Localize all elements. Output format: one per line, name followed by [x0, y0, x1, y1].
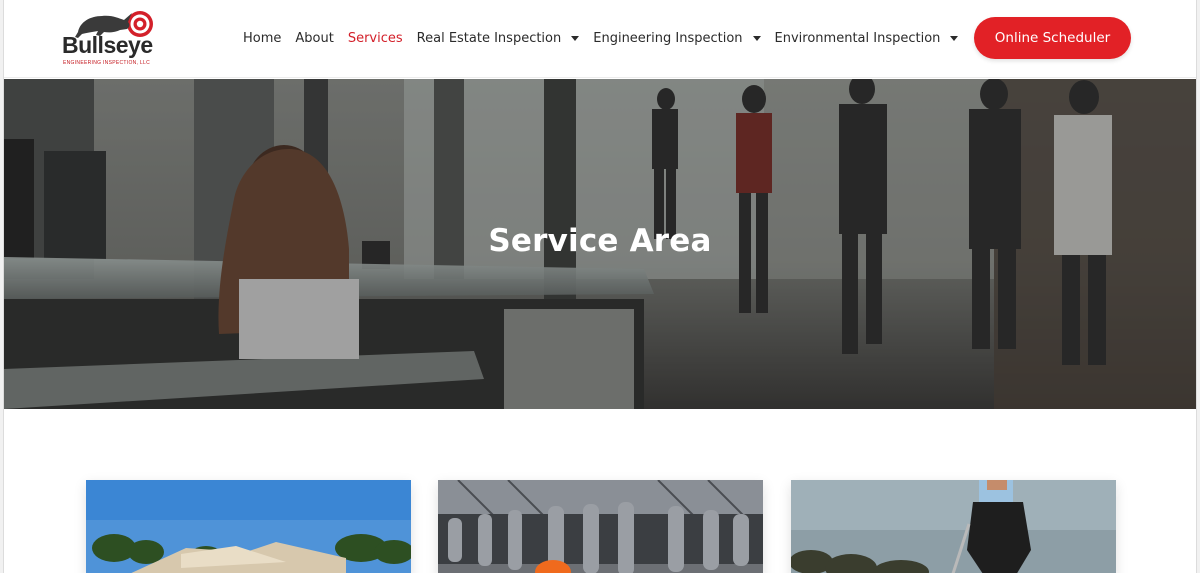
caret-down-icon: [752, 36, 761, 41]
nav-item-about[interactable]: About: [295, 31, 333, 46]
window-edge-left: [0, 0, 4, 573]
nav-item-services[interactable]: Services: [348, 31, 403, 46]
nav-label: About: [295, 30, 334, 46]
caret-down-icon: [950, 36, 959, 41]
nav-item-environmental-inspection[interactable]: Environmental Inspection: [775, 31, 959, 46]
site-header: Bullseye ENGINEERING INSPECTION, LLC Hom…: [4, 0, 1196, 78]
hero-banner: Service Area: [4, 79, 1196, 409]
service-card-shoreline[interactable]: [791, 480, 1116, 573]
nav-label: Home: [243, 30, 282, 46]
nav-item-real-estate-inspection[interactable]: Real Estate Inspection: [417, 31, 580, 46]
page-title: Service Area: [488, 223, 712, 259]
machinery-photo: [438, 480, 763, 573]
brand-name: Bullseye: [62, 32, 153, 58]
window-edge-right: [1196, 0, 1200, 573]
house-photo: [86, 480, 411, 573]
brand-logo[interactable]: Bullseye ENGINEERING INSPECTION, LLC: [60, 8, 160, 70]
shoreline-photo: [791, 480, 1116, 573]
nav-label: Real Estate Inspection: [416, 30, 562, 46]
brand-tagline: ENGINEERING INSPECTION, LLC: [63, 60, 151, 66]
online-scheduler-button[interactable]: Online Scheduler: [974, 17, 1131, 59]
nav-label: Environmental Inspection: [774, 30, 941, 46]
service-card-machinery[interactable]: [438, 480, 763, 573]
caret-down-icon: [571, 36, 580, 41]
nav-label: Engineering Inspection: [593, 30, 743, 46]
nav-item-home[interactable]: Home: [243, 31, 281, 46]
nav-label: Services: [347, 30, 403, 46]
main-nav: Home About Services Real Estate Inspecti…: [243, 28, 972, 48]
service-card-house[interactable]: [86, 480, 411, 573]
nav-item-engineering-inspection[interactable]: Engineering Inspection: [593, 30, 761, 46]
